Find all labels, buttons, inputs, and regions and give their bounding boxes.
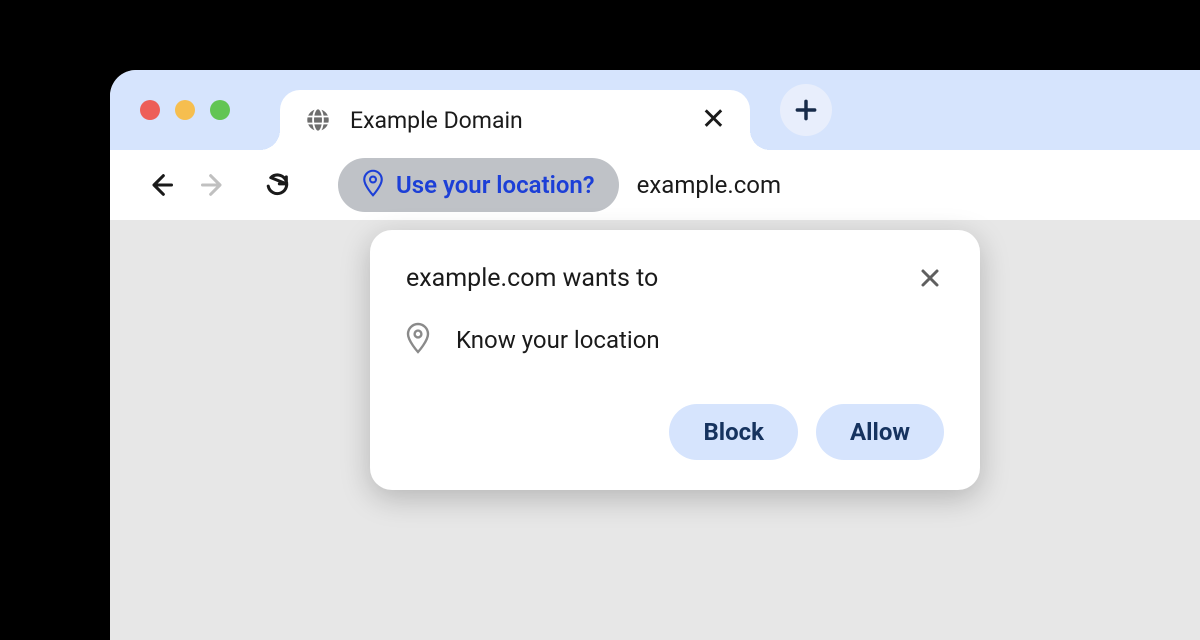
back-button[interactable] [140,164,182,206]
maximize-window-button[interactable] [210,100,230,120]
minimize-window-button[interactable] [175,100,195,120]
location-pin-icon [406,322,430,358]
reload-button[interactable] [256,164,298,206]
browser-window: Example Domain ✕ Use your lo [110,70,1200,640]
dialog-title: example.com wants to [406,264,658,293]
close-window-button[interactable] [140,100,160,120]
globe-icon [304,106,332,134]
permission-chip[interactable]: Use your location? [338,158,619,212]
window-controls [140,100,230,120]
address-bar[interactable]: Use your location? example.com [338,158,781,212]
tab-strip: Example Domain ✕ [110,70,1200,150]
forward-button[interactable] [192,164,234,206]
dialog-body-text: Know your location [456,326,660,354]
dialog-close-button[interactable] [916,264,944,296]
block-button[interactable]: Block [669,404,798,460]
toolbar: Use your location? example.com [110,150,1200,220]
allow-button[interactable]: Allow [816,404,944,460]
tab-title: Example Domain [350,107,683,134]
permission-dialog: example.com wants to Know your location … [370,230,980,490]
new-tab-button[interactable] [780,84,832,136]
browser-tab[interactable]: Example Domain ✕ [280,90,750,150]
url-text: example.com [637,171,781,199]
permission-chip-text: Use your location? [396,171,595,199]
location-pin-icon [362,169,384,201]
close-tab-button[interactable]: ✕ [701,105,726,135]
